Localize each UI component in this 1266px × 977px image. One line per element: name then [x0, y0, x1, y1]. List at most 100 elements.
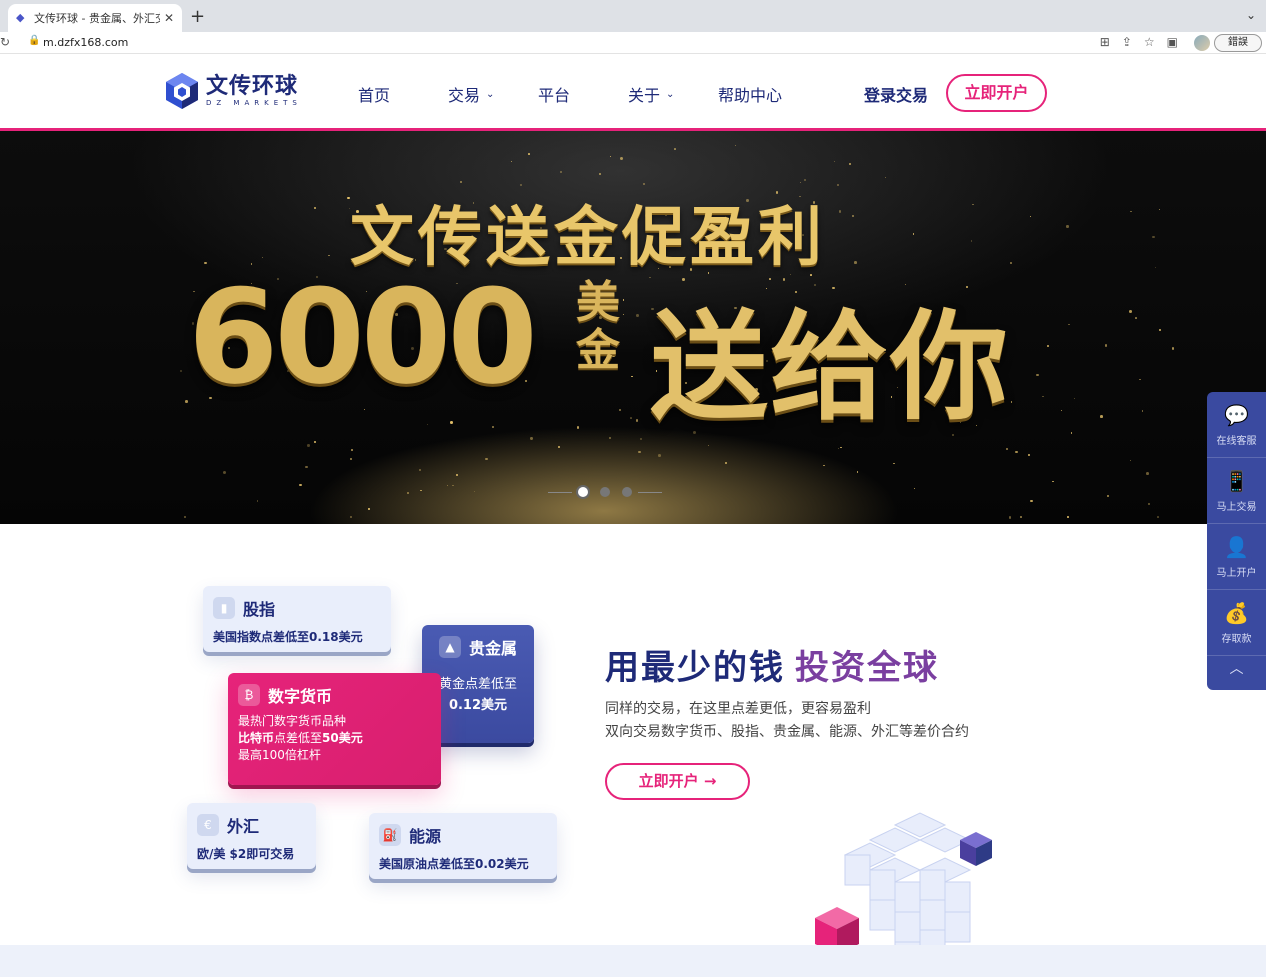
gold-particle — [261, 256, 263, 258]
gold-particle — [1152, 235, 1156, 239]
gold-particle — [629, 416, 632, 419]
promo-headline-accent: 投资全球 — [795, 648, 939, 688]
site-info-icon[interactable]: 🔒 — [28, 35, 40, 46]
floating-side-panel: 💬 在线客服 📱 马上交易 👤 马上开户 💰 存取款 ︿ — [1207, 392, 1266, 690]
gold-particle — [823, 465, 825, 467]
back-to-top-icon[interactable]: ︿ — [1207, 656, 1266, 682]
gold-particle — [1066, 225, 1069, 228]
card-desc-value: 0.12美元 — [448, 698, 508, 713]
card-crypto[interactable]: ₿ 数字货币 最热门数字货币品种 比特币点差低至50美元 最高100倍杠杆 — [228, 673, 441, 785]
gold-particle — [851, 215, 855, 218]
gold-particle — [913, 488, 915, 490]
card-title: 能源 — [409, 827, 442, 846]
add-user-icon: 👤 — [1224, 535, 1249, 559]
crypto-line-3: 最高100倍杠杆 — [238, 748, 321, 762]
carousel-dot-3[interactable] — [622, 487, 632, 497]
gold-particle — [350, 448, 354, 452]
gold-particle — [636, 314, 640, 317]
gold-particle — [856, 471, 859, 473]
gold-particle — [426, 423, 429, 425]
gold-particle — [1068, 323, 1070, 326]
site-favicon-icon: ◆ — [16, 11, 25, 24]
tab-search-chevron-icon[interactable]: ⌄ — [1246, 8, 1256, 22]
gold-particle — [838, 210, 842, 213]
close-tab-icon[interactable]: ✕ — [164, 11, 174, 25]
gold-particle — [1145, 472, 1149, 476]
carousel-dot-2[interactable] — [600, 487, 610, 497]
gold-particle — [1070, 431, 1073, 434]
gold-particle — [485, 457, 488, 460]
url-field[interactable]: m.dzfx168.com — [43, 36, 128, 49]
gold-particle — [455, 473, 458, 476]
gold-particle — [1100, 415, 1103, 418]
gold-particle — [446, 484, 448, 486]
card-energy[interactable]: ⛽ 能源 美国原油点差低至0.02美元 — [369, 813, 557, 879]
open-account-button[interactable]: 立即开户 — [946, 74, 1047, 112]
promo-description: 同样的交易，在这里点差更低，更容易盈利 双向交易数字货币、股指、贵金属、能源、外… — [605, 698, 969, 744]
gold-particle — [1015, 450, 1018, 453]
login-trade-link[interactable]: 登录交易 — [864, 82, 928, 106]
next-section-band — [0, 945, 1266, 977]
new-tab-icon[interactable]: + — [190, 6, 205, 27]
nav-platform[interactable]: 平台 — [538, 82, 628, 106]
nav-trade[interactable]: 交易 ⌄ — [448, 82, 538, 106]
trade-now-button[interactable]: 📱 马上交易 — [1207, 458, 1266, 524]
nav-trade-label: 交易 — [448, 86, 481, 105]
gold-particle — [459, 180, 463, 184]
logo-cube-icon — [166, 73, 198, 109]
crypto-bitcoin: 比特币 — [238, 731, 275, 745]
money-bag-icon: 💰 — [1224, 601, 1249, 625]
bookmark-star-icon[interactable]: ☆ — [1144, 35, 1155, 49]
side-panel-icon[interactable]: ▣ — [1167, 35, 1178, 49]
gold-particle — [657, 454, 661, 457]
nav-help-center[interactable]: 帮助中心 — [718, 82, 782, 106]
online-service-button[interactable]: 💬 在线客服 — [1207, 392, 1266, 458]
promo-headline-main: 用最少的钱 — [605, 648, 785, 688]
crypto-spread: 点差低至 — [274, 731, 323, 745]
hero-banner[interactable]: 文传送金促盈利 6000 美金 送给你 — [0, 131, 1266, 524]
deposit-withdraw-button[interactable]: 💰 存取款 — [1207, 590, 1266, 656]
error-button[interactable]: 錯誤 — [1214, 34, 1262, 52]
translate-icon[interactable]: ⊞ — [1100, 35, 1110, 49]
nav-about-label: 关于 — [628, 86, 661, 105]
open-account-side-button[interactable]: 👤 马上开户 — [1207, 524, 1266, 590]
gold-particle — [474, 490, 476, 492]
gold-particle — [1154, 266, 1156, 268]
reload-icon[interactable]: ↻ — [0, 35, 10, 49]
card-forex[interactable]: € 外汇 欧/美 $2即可交易 — [187, 803, 316, 869]
gold-particle — [183, 516, 186, 519]
nav-home[interactable]: 首页 — [358, 82, 448, 106]
card-desc: 黄金点差低至 — [438, 677, 517, 692]
promo-open-account-button[interactable]: 立即开户 → — [605, 763, 750, 800]
open-account-side-label: 马上开户 — [1216, 568, 1257, 579]
gold-particle — [576, 426, 580, 429]
gold-particle — [609, 437, 611, 439]
gold-particle — [530, 437, 533, 440]
gold-particle — [1008, 516, 1012, 519]
gold-particle — [642, 182, 645, 185]
crypto-spread-value: 50美元 — [322, 731, 363, 745]
gold-particle — [1106, 494, 1110, 498]
chevron-down-icon: ⌄ — [486, 88, 495, 100]
gold-particle — [1158, 328, 1162, 332]
gold-particle — [180, 370, 183, 373]
nav-about[interactable]: 关于 ⌄ — [628, 82, 718, 106]
site-logo[interactable]: 文传环球 DZ MARKETS — [164, 71, 302, 111]
gold-particle — [620, 157, 624, 161]
address-bar: ↻ 🔒 m.dzfx168.com ⊞ ⇪ ☆ ▣ 錯誤 — [0, 32, 1266, 54]
bar-chart-icon: ▮ — [213, 597, 235, 619]
browser-tab[interactable]: ◆ 文传环球 - 贵金属、外汇交易、指 ✕ — [8, 4, 182, 32]
logo-subtext: DZ MARKETS — [206, 99, 302, 107]
card-desc: 最热门数字货币品种 比特币点差低至50美元 最高100倍杠杆 — [238, 713, 431, 764]
gold-particle — [1047, 344, 1050, 347]
share-icon[interactable]: ⇪ — [1122, 35, 1132, 49]
card-desc: 美国原油点差低至0.02美元 — [379, 857, 529, 871]
profile-avatar[interactable] — [1194, 35, 1210, 51]
nav-platform-label: 平台 — [538, 86, 571, 105]
card-stock-index[interactable]: ▮ 股指 美国指数点差低至0.18美元 — [203, 586, 391, 652]
gold-particle — [350, 516, 353, 518]
gold-particle — [609, 155, 612, 157]
carousel-dot-1[interactable] — [578, 487, 588, 497]
gold-particle — [257, 500, 259, 502]
mobile-trade-icon: 📱 — [1224, 469, 1249, 493]
